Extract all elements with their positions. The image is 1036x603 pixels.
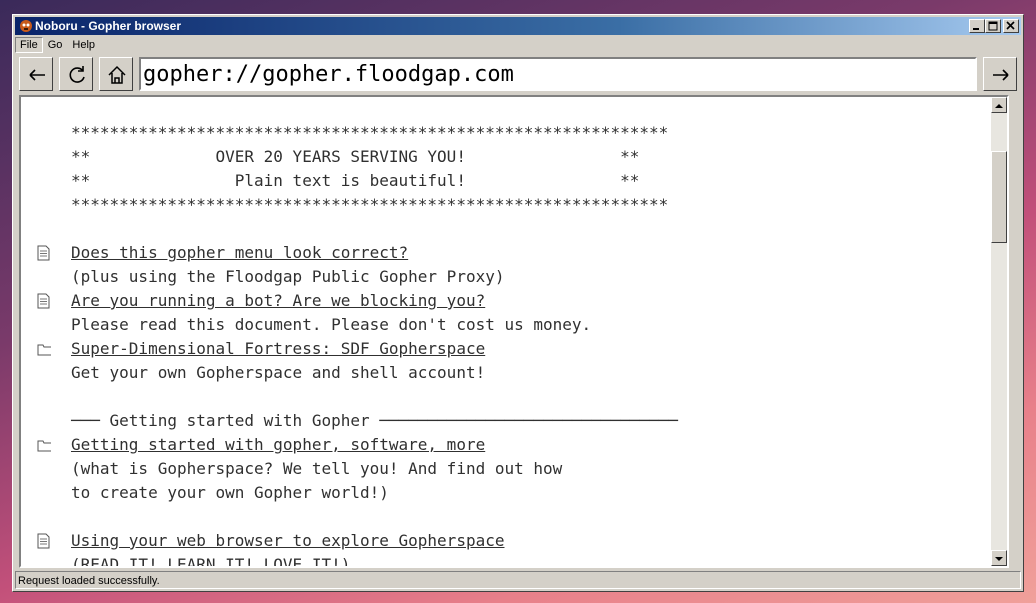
info-line (21, 505, 991, 529)
info-line (21, 217, 991, 241)
menu-link-document[interactable]: Using your web browser to explore Gopher… (21, 529, 991, 553)
info-line: (what is Gopherspace? We tell you! And f… (21, 457, 991, 481)
info-line: (READ IT! LEARN IT! LOVE IT!) (21, 553, 991, 568)
info-line: (plus using the Floodgap Public Gopher P… (21, 265, 991, 289)
minimize-icon (973, 28, 979, 30)
home-icon (108, 65, 126, 84)
reload-icon (69, 66, 85, 83)
menu-link[interactable]: Are you running a bot? Are we blocking y… (71, 291, 485, 310)
info-text: ** Plain text is beautiful! ** (71, 171, 640, 190)
menu-link-folder[interactable]: Getting started with gopher, software, m… (21, 433, 991, 457)
status-bar: Request loaded successfully. (15, 571, 1021, 589)
home-button[interactable] (99, 57, 133, 91)
document-icon (37, 293, 50, 309)
info-line: ****************************************… (21, 193, 991, 217)
scroll-up-button[interactable] (991, 97, 1007, 113)
menu-link[interactable]: Super-Dimensional Fortress: SDF Gophersp… (71, 339, 485, 358)
info-text: (plus using the Floodgap Public Gopher P… (71, 267, 505, 286)
menu-link-document[interactable]: Does this gopher menu look correct? (21, 241, 991, 265)
document-icon (37, 533, 50, 549)
info-text: ** OVER 20 YEARS SERVING YOU! ** (71, 147, 640, 166)
go-button[interactable] (983, 57, 1017, 91)
scroll-down-button[interactable] (991, 550, 1007, 566)
info-text: Please read this document. Please don't … (71, 315, 592, 334)
document-icon (37, 245, 50, 261)
info-text: ─── Getting started with Gopher ────────… (71, 411, 678, 430)
maximize-icon (988, 21, 998, 31)
arrow-right-icon (993, 69, 1009, 81)
info-line: Please read this document. Please don't … (21, 313, 991, 337)
info-text: ****************************************… (71, 195, 669, 214)
menu-link[interactable]: Getting started with gopher, software, m… (71, 435, 485, 454)
info-line: to create your own Gopher world!) (21, 481, 991, 505)
arrow-down-icon (995, 557, 1003, 561)
app-icon (20, 20, 32, 32)
back-button[interactable] (19, 57, 53, 91)
browser-window: Noboru - Gopher browser File Go Help gop… (12, 14, 1024, 592)
menu-file[interactable]: File (15, 37, 43, 53)
scrollbar-thumb[interactable] (991, 151, 1007, 243)
title-bar[interactable]: Noboru - Gopher browser (15, 17, 1021, 35)
info-line: ─── Getting started with Gopher ────────… (21, 409, 991, 433)
info-text: (READ IT! LEARN IT! LOVE IT!) (71, 555, 351, 568)
vertical-scrollbar[interactable] (991, 97, 1007, 566)
menu-bar: File Go Help (15, 37, 100, 53)
page-content[interactable]: ****************************************… (19, 95, 1009, 568)
menu-go[interactable]: Go (43, 37, 68, 53)
maximize-button[interactable] (985, 19, 1001, 33)
gopher-menu: ****************************************… (21, 121, 991, 568)
info-text: to create your own Gopher world!) (71, 483, 389, 502)
reload-button[interactable] (59, 57, 93, 91)
close-button[interactable] (1003, 19, 1019, 33)
info-line: ****************************************… (21, 121, 991, 145)
window-title: Noboru - Gopher browser (35, 19, 182, 33)
info-line: ** OVER 20 YEARS SERVING YOU! ** (21, 145, 991, 169)
menu-link[interactable]: Using your web browser to explore Gopher… (71, 531, 504, 550)
address-bar[interactable] (139, 57, 977, 91)
info-text: Get your own Gopherspace and shell accou… (71, 363, 486, 382)
minimize-button[interactable] (969, 19, 985, 33)
close-icon (1006, 21, 1015, 30)
toolbar (19, 56, 1017, 92)
info-line: Get your own Gopherspace and shell accou… (21, 361, 991, 385)
menu-link-document[interactable]: Are you running a bot? Are we blocking y… (21, 289, 991, 313)
info-text: ****************************************… (71, 123, 669, 142)
menu-link-folder[interactable]: Super-Dimensional Fortress: SDF Gophersp… (21, 337, 991, 361)
arrow-up-icon (995, 104, 1003, 108)
info-line: ** Plain text is beautiful! ** (21, 169, 991, 193)
info-line (21, 385, 991, 409)
info-text: (what is Gopherspace? We tell you! And f… (71, 459, 563, 478)
menu-link[interactable]: Does this gopher menu look correct? (71, 243, 408, 262)
folder-icon (37, 440, 51, 452)
arrow-left-icon (29, 69, 45, 81)
menu-help[interactable]: Help (67, 37, 100, 53)
folder-icon (37, 344, 51, 356)
